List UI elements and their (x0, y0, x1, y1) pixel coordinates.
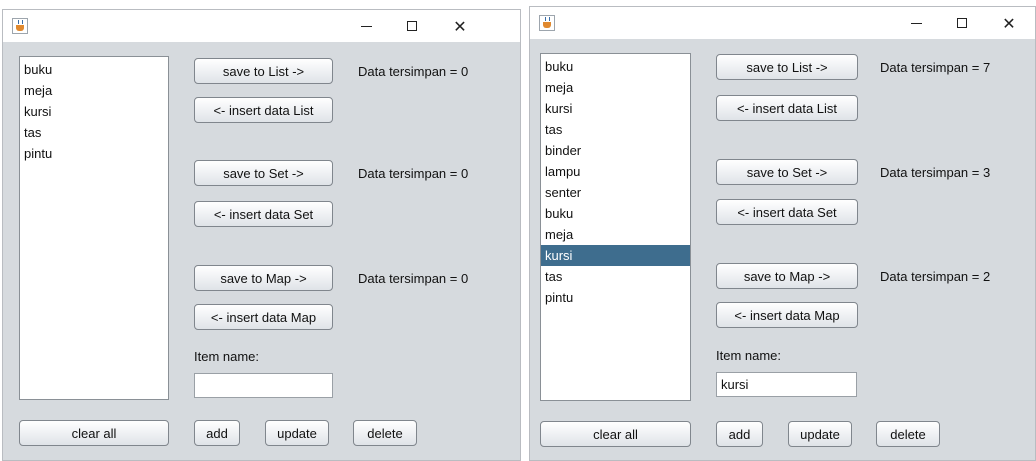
map-count-label: Data tersimpan = 0 (358, 271, 469, 286)
list-item[interactable]: meja (20, 80, 168, 101)
maximize-button[interactable] (389, 10, 435, 42)
add-button[interactable]: add (716, 421, 763, 447)
insert-data-set-button[interactable]: <- insert data Set (716, 199, 858, 225)
maximize-button[interactable] (939, 7, 985, 39)
insert-data-list-button[interactable]: <- insert data List (716, 95, 858, 121)
list-count-label: Data tersimpan = 0 (358, 64, 469, 79)
item-name-label: Item name: (194, 349, 260, 364)
list-item[interactable]: kursi (541, 98, 690, 119)
minimize-icon (910, 22, 922, 24)
list-item[interactable]: buku (541, 203, 690, 224)
item-list[interactable]: buku meja kursi tas binder lampu senter buku mej… (540, 53, 691, 401)
minimize-button[interactable] (343, 10, 389, 42)
clear-all-button[interactable]: clear all (19, 420, 169, 446)
insert-data-set-button[interactable]: <- insert data Set (194, 201, 333, 227)
item-name-input[interactable] (716, 372, 857, 397)
set-count-label: Data tersimpan = 0 (358, 166, 469, 181)
list-item[interactable]: kursi (20, 101, 168, 122)
list-item[interactable]: tas (20, 122, 168, 143)
insert-data-map-button[interactable]: <- insert data Map (716, 302, 858, 328)
save-to-map-button[interactable]: save to Map -> (716, 263, 858, 289)
list-item[interactable]: buku (20, 59, 168, 80)
save-to-list-button[interactable]: save to List -> (194, 58, 333, 84)
insert-data-list-button[interactable]: <- insert data List (194, 97, 333, 123)
maximize-icon (407, 21, 417, 31)
item-list[interactable]: buku meja kursi tas pintu (19, 56, 169, 400)
close-icon: ✕ (1002, 13, 1016, 33)
close-button[interactable]: ✕ (437, 10, 483, 42)
minimize-icon (360, 25, 372, 27)
list-item[interactable]: tas (541, 119, 690, 140)
close-icon: ✕ (453, 16, 467, 36)
item-name-label: Item name: (716, 348, 782, 363)
app-window-left: ✕ buku meja kursi tas pintu save to List -> … (2, 9, 521, 461)
delete-button[interactable]: delete (876, 421, 940, 447)
update-button[interactable]: update (788, 421, 852, 447)
minimize-button[interactable] (893, 7, 939, 39)
list-count-label: Data tersimpan = 7 (880, 60, 991, 75)
update-button[interactable]: update (265, 420, 329, 446)
list-item[interactable]: pintu (541, 287, 690, 308)
save-to-list-button[interactable]: save to List -> (716, 54, 858, 80)
save-to-set-button[interactable]: save to Set -> (716, 159, 858, 185)
list-item[interactable]: buku (541, 56, 690, 77)
map-count-label: Data tersimpan = 2 (880, 269, 991, 284)
save-to-set-button[interactable]: save to Set -> (194, 160, 333, 186)
title-bar[interactable]: ✕ (530, 7, 1035, 39)
title-bar[interactable]: ✕ (3, 10, 520, 42)
add-button[interactable]: add (194, 420, 240, 446)
item-name-input[interactable] (194, 373, 333, 398)
list-item[interactable]: senter (541, 182, 690, 203)
list-item[interactable]: tas (541, 266, 690, 287)
close-button[interactable]: ✕ (986, 7, 1032, 39)
delete-button[interactable]: delete (353, 420, 417, 446)
list-item[interactable]: meja (541, 77, 690, 98)
list-item[interactable]: binder (541, 140, 690, 161)
list-item[interactable]: lampu (541, 161, 690, 182)
clear-all-button[interactable]: clear all (540, 421, 691, 447)
list-item[interactable]: kursi (541, 245, 690, 266)
list-item[interactable]: meja (541, 224, 690, 245)
insert-data-map-button[interactable]: <- insert data Map (194, 304, 333, 330)
java-app-icon (12, 18, 28, 34)
app-window-right: ✕ buku meja kursi tas binder lampu senter buku m… (529, 6, 1036, 461)
java-app-icon (539, 15, 555, 31)
list-item[interactable]: pintu (20, 143, 168, 164)
save-to-map-button[interactable]: save to Map -> (194, 265, 333, 291)
maximize-icon (957, 18, 967, 28)
set-count-label: Data tersimpan = 3 (880, 165, 991, 180)
